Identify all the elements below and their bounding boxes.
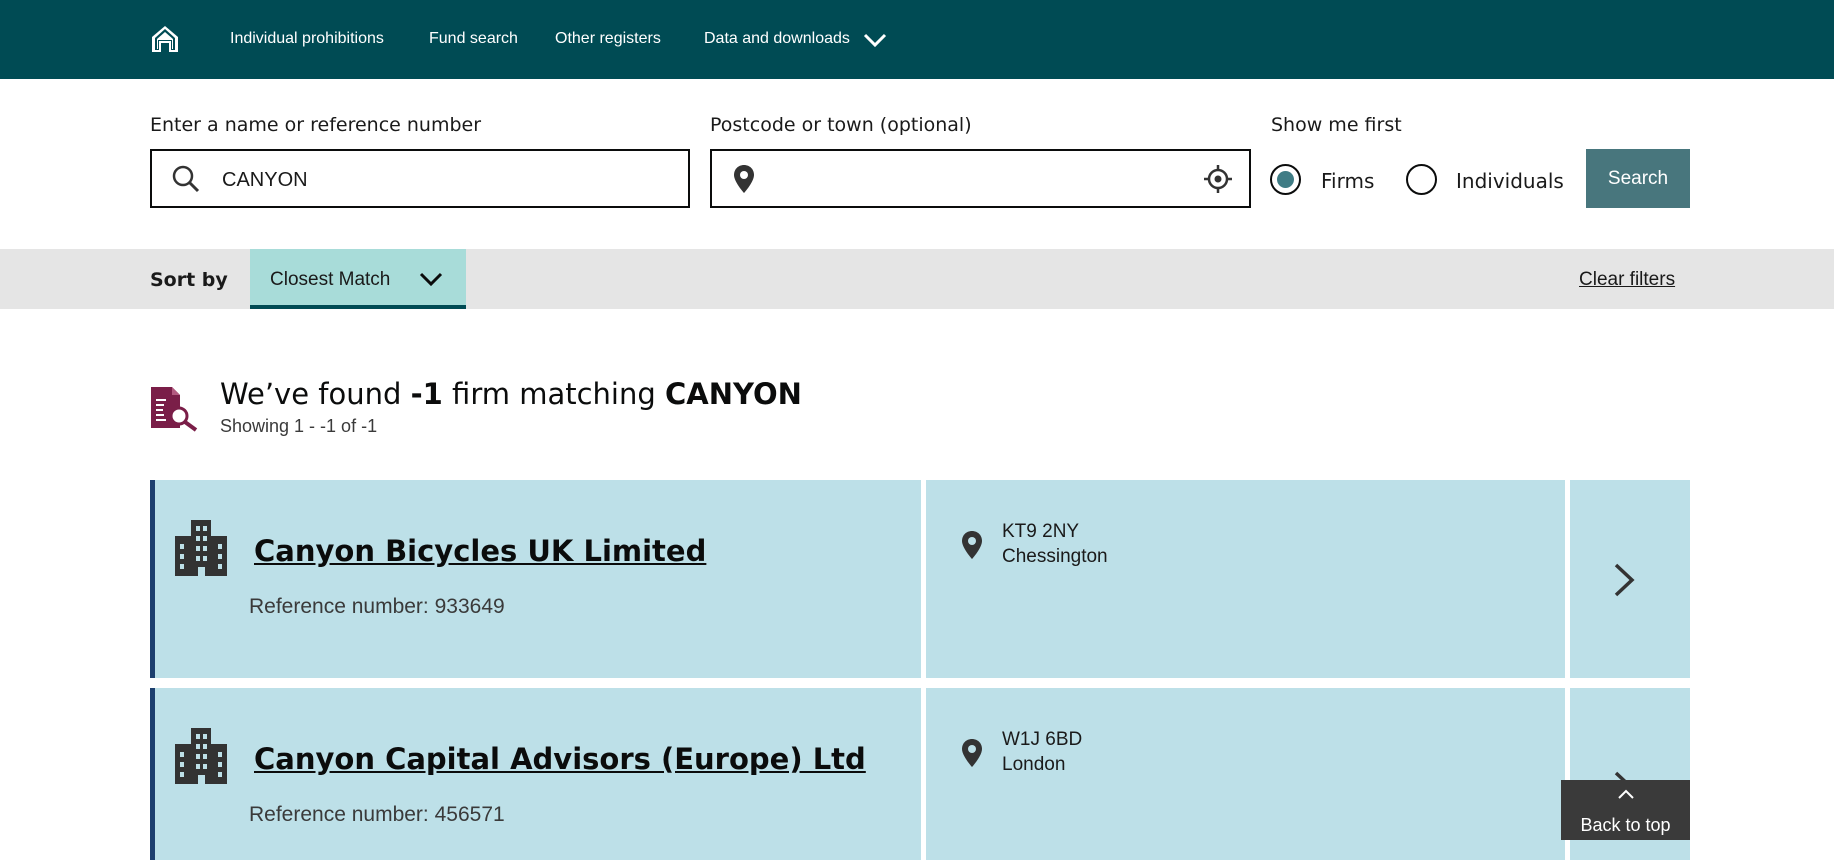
radio-firms-label[interactable]: Firms: [1321, 169, 1374, 193]
nav-other-registers[interactable]: Other registers: [555, 29, 661, 49]
reference-number: Reference number: 456571: [249, 803, 505, 826]
chevron-up-icon: [1618, 789, 1634, 799]
results-heading-prefix: We’ve found: [220, 377, 411, 411]
view-firm-button[interactable]: [1570, 480, 1690, 678]
radio-firms[interactable]: [1270, 164, 1301, 195]
results-heading-mid: firm matching: [442, 377, 665, 411]
address-town: London: [1002, 754, 1066, 775]
search-icon: [172, 165, 200, 193]
results-query: CANYON: [664, 377, 802, 411]
location-pin-icon: [962, 739, 982, 767]
name-search-input[interactable]: CANYON: [150, 149, 690, 208]
results-heading: We’ve found -1 firm matching CANYON: [220, 375, 802, 413]
building-icon: [175, 728, 227, 784]
result-card: Canyon Bicycles UK Limited Reference num…: [150, 480, 1690, 678]
show-me-first-label: Show me first: [1271, 114, 1402, 136]
result-address: KT9 2NY Chessington: [926, 480, 1565, 678]
chevron-right-icon: [1614, 563, 1635, 597]
address-town: Chessington: [1002, 546, 1108, 567]
location-pin-icon: [734, 165, 754, 193]
search-button[interactable]: Search: [1586, 149, 1690, 208]
top-navigation: Individual prohibitions Fund search Othe…: [0, 0, 1834, 79]
reference-number: Reference number: 933649: [249, 595, 505, 618]
nav-fund-search[interactable]: Fund search: [429, 29, 518, 49]
sort-select-value: Closest Match: [270, 269, 391, 290]
radio-individuals[interactable]: [1406, 164, 1437, 195]
firm-name-link[interactable]: Canyon Capital Advisors (Europe) Ltd: [254, 739, 866, 779]
sort-by-label: Sort by: [150, 269, 228, 291]
result-address: W1J 6BD London: [926, 688, 1565, 860]
sort-select[interactable]: Closest Match: [250, 249, 466, 309]
home-icon[interactable]: [150, 24, 180, 54]
building-icon: [175, 520, 227, 576]
result-main: Canyon Capital Advisors (Europe) Ltd Ref…: [150, 688, 921, 860]
result-main: Canyon Bicycles UK Limited Reference num…: [150, 480, 921, 678]
chevron-down-icon: [419, 272, 443, 287]
name-input-value: CANYON: [222, 169, 308, 191]
location-field-label: Postcode or town (optional): [710, 114, 972, 136]
results-count: -1: [410, 377, 443, 411]
firm-name-link[interactable]: Canyon Bicycles UK Limited: [254, 531, 706, 571]
back-to-top-label: Back to top: [1580, 815, 1671, 835]
radio-individuals-label[interactable]: Individuals: [1456, 169, 1564, 193]
sort-bar: Sort by Closest Match: [0, 249, 1834, 309]
clear-filters-link[interactable]: Clear filters: [1579, 268, 1675, 292]
nav-individual-prohibitions[interactable]: Individual prohibitions: [230, 29, 384, 49]
location-pin-icon: [962, 531, 982, 559]
address-postcode: W1J 6BD: [1002, 729, 1083, 750]
address-postcode: KT9 2NY: [1002, 521, 1080, 542]
document-search-icon: [151, 387, 198, 432]
chevron-down-icon[interactable]: [862, 30, 888, 50]
name-field-label: Enter a name or reference number: [150, 114, 482, 136]
results-showing: Showing 1 - -1 of -1: [220, 416, 378, 436]
nav-data-and-downloads[interactable]: Data and downloads: [704, 29, 850, 49]
back-to-top-button[interactable]: Back to top: [1561, 780, 1690, 840]
location-input[interactable]: [710, 149, 1251, 208]
result-card: Canyon Capital Advisors (Europe) Ltd Ref…: [150, 688, 1690, 860]
locate-me-icon[interactable]: [1203, 164, 1233, 194]
